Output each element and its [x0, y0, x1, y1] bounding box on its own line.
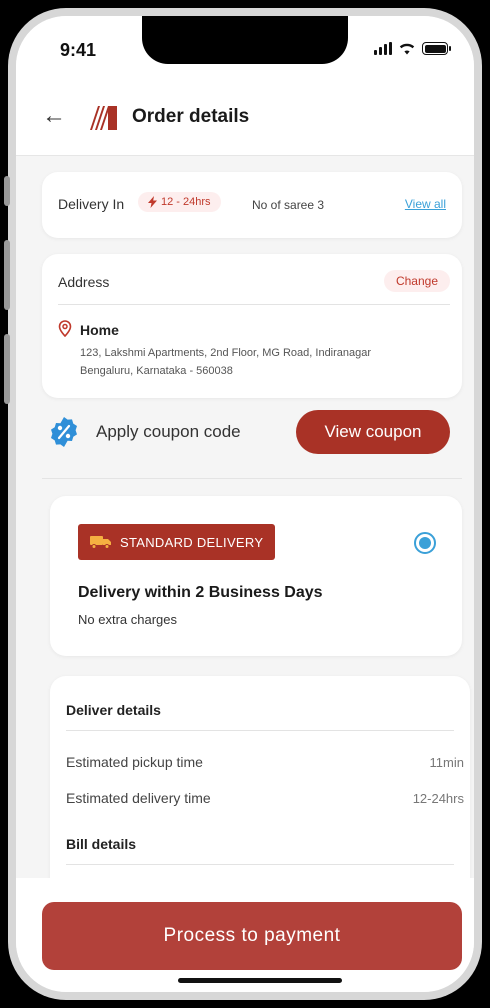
badge-label: STANDARD DELIVERY: [120, 534, 264, 550]
bill-details-heading: Bill details: [66, 836, 137, 852]
delivery-option-subtitle: No extra charges: [78, 612, 177, 627]
signal-icon: [374, 42, 392, 55]
system-icons: [374, 42, 451, 55]
delivery-option-title: Delivery within 2 Business Days: [78, 584, 323, 601]
eta-badge: 12 - 24hrs: [138, 192, 221, 212]
address-card: Address Change Home 123, Lakshmi Apartme…: [42, 254, 462, 398]
delivery-option-card[interactable]: STANDARD DELIVERY Delivery within 2 Busi…: [50, 496, 462, 656]
phone-frame: 9:41 ← Order details Delivery In 12 - 24…: [4, 8, 482, 1000]
address-name: Home: [80, 322, 119, 338]
delivery-summary-card: Delivery In 12 - 24hrs No of saree 3 Vie…: [42, 172, 462, 238]
home-indicator: [178, 978, 342, 983]
app-header: ← Order details: [16, 78, 474, 156]
pickup-time-value: 11min: [429, 755, 464, 770]
pickup-time-label: Estimated pickup time: [66, 754, 203, 770]
truck-icon: [90, 536, 111, 549]
address-line-1: 123, Lakshmi Apartments, 2nd Floor, MG R…: [80, 347, 372, 359]
location-pin-icon: [58, 320, 72, 337]
screen: 9:41 ← Order details Delivery In 12 - 24…: [16, 16, 474, 992]
battery-icon: [422, 42, 451, 55]
delivery-time-value: 12-24hrs: [412, 791, 464, 806]
volume-down-button: [4, 334, 10, 404]
view-all-link[interactable]: View all: [405, 197, 446, 211]
divider: [66, 730, 454, 731]
saree-count: No of saree 3: [252, 198, 325, 212]
address-label: Address: [58, 274, 110, 290]
change-address-button[interactable]: Change: [383, 270, 450, 292]
delivery-option-radio[interactable]: [414, 532, 436, 554]
notch: [142, 16, 348, 64]
delivery-time-label: Estimated delivery time: [66, 790, 211, 806]
view-coupon-button[interactable]: View coupon: [296, 410, 450, 454]
brand-logo: [90, 106, 117, 130]
volume-up-button: [4, 240, 10, 310]
process-payment-button[interactable]: Process to payment: [42, 902, 462, 970]
address-text: 123, Lakshmi Apartments, 2nd Floor, MG R…: [80, 344, 440, 380]
divider: [66, 864, 454, 865]
status-bar: 9:41: [16, 16, 474, 78]
status-time: 9:41: [60, 40, 97, 60]
wifi-icon: [399, 43, 415, 55]
deliver-details-heading: Deliver details: [66, 702, 161, 718]
mute-switch: [4, 176, 10, 206]
address-line-2: Bengaluru, Karnataka - 560038: [80, 365, 233, 377]
divider: [42, 478, 462, 479]
back-arrow-icon[interactable]: ←: [42, 102, 66, 130]
divider: [58, 304, 450, 305]
bottom-bar: Process to payment: [16, 878, 474, 992]
page-title: Order details: [132, 106, 250, 127]
lightning-icon: [148, 196, 157, 208]
standard-delivery-badge: STANDARD DELIVERY: [78, 524, 276, 560]
eta-text: 12 - 24hrs: [161, 196, 211, 208]
apply-coupon-text: Apply coupon code: [96, 422, 241, 441]
delivery-in-label: Delivery In: [58, 196, 125, 212]
discount-badge-icon: [51, 417, 77, 447]
